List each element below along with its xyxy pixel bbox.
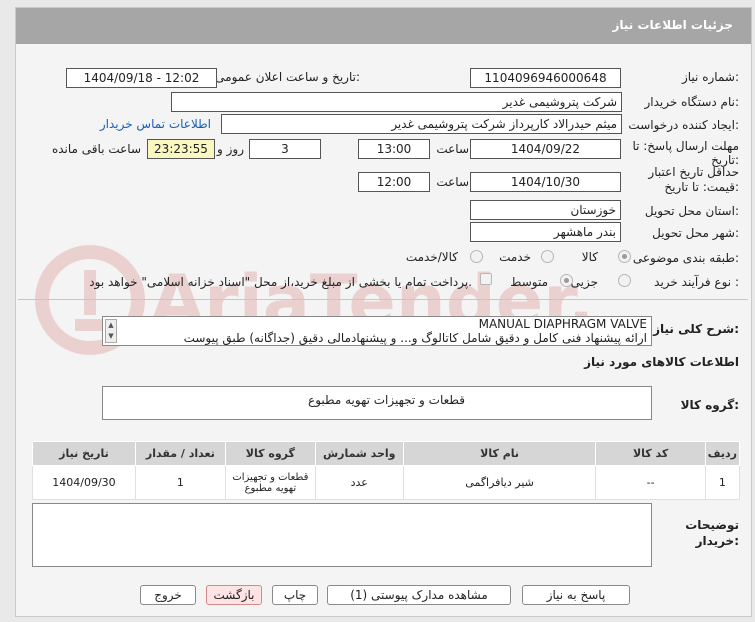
announce-label: تاریخ و ساعت اعلان عمومی: bbox=[215, 70, 360, 84]
cell-group: قطعات و تجهیزات تهویه مطبوع bbox=[224, 465, 316, 500]
col-header-date: تاریخ نیاز bbox=[32, 441, 136, 466]
purchase-type-label: نوع فرآیند خرید : bbox=[654, 275, 739, 289]
title-bar: جزئیات اطلاعات نیاز bbox=[16, 8, 751, 44]
province-label: استان محل تحویل: bbox=[644, 204, 739, 218]
creator-label: ایجاد کننده درخواست: bbox=[628, 118, 739, 132]
deadline-date-field: 1404/09/22 bbox=[470, 139, 621, 159]
deadline-time-field: 13:00 bbox=[358, 139, 430, 159]
creator-field: میثم حیدرالاد کارپرداز شرکت پتروشیمی غدی… bbox=[221, 114, 622, 134]
treasury-checkbox[interactable] bbox=[480, 273, 492, 285]
goods-section-title: اطلاعات کالاهای مورد نیاز bbox=[584, 355, 739, 369]
purchase-medium-radio[interactable] bbox=[560, 274, 573, 287]
purchase-small-radio[interactable] bbox=[618, 274, 631, 287]
validity-time-field: 12:00 bbox=[358, 172, 430, 192]
table-row: 1 -- شیر دیافراگمی عدد قطعات و تجهیزات ت… bbox=[32, 465, 741, 500]
print-button[interactable]: چاپ bbox=[272, 585, 318, 605]
contact-buyer-link[interactable]: اطلاعات تماس خریدار bbox=[100, 117, 211, 131]
remaining-time-field: 23:23:55 bbox=[147, 139, 215, 159]
remaining-time-label: ساعت باقی مانده bbox=[51, 142, 141, 156]
treasury-note: پرداخت تمام یا بخشی از مبلغ خرید،از محل … bbox=[89, 275, 472, 289]
page-title: جزئیات اطلاعات نیاز bbox=[612, 18, 733, 32]
goods-group-label: گروه کالا: bbox=[680, 398, 739, 412]
notes-label-2: خریدار: bbox=[695, 534, 739, 548]
description-textarea[interactable]: ▲ ▼ MANUAL DIAPHRAGM VALVE ارائه پیشنهاد… bbox=[102, 316, 652, 346]
category-both-radio[interactable] bbox=[470, 250, 483, 263]
col-header-group: گروه کالا bbox=[224, 441, 316, 466]
cell-name: شیر دیافراگمی bbox=[402, 465, 597, 500]
scroll-up-icon: ▲ bbox=[108, 321, 114, 329]
scroll-down-icon: ▼ bbox=[108, 332, 114, 340]
col-header-row: ردیف bbox=[704, 441, 741, 466]
cell-row: 1 bbox=[704, 465, 741, 500]
province-field: خوزستان bbox=[470, 200, 621, 220]
description-line-1: MANUAL DIAPHRAGM VALVE bbox=[478, 317, 647, 331]
purchase-medium-label: متوسط bbox=[510, 275, 548, 289]
attachments-button[interactable]: مشاهده مدارک پیوستی (1) bbox=[327, 585, 511, 605]
days-label: روز و bbox=[217, 142, 244, 156]
notes-field bbox=[32, 503, 652, 567]
col-header-code: کد کالا bbox=[595, 441, 706, 466]
city-field: بندر ماهشهر bbox=[470, 222, 621, 242]
validity-label: حداقل تاریخ اعتبار bbox=[648, 165, 739, 179]
validity-label-date: قیمت: تا تاریخ: bbox=[664, 180, 739, 194]
reply-button[interactable]: پاسخ به نیاز bbox=[522, 585, 630, 605]
notes-label: توضیحات bbox=[685, 518, 739, 532]
col-header-unit: واحد شمارش bbox=[314, 441, 404, 466]
goods-group-value: قطعات و تجهیزات تهویه مطبوع bbox=[308, 393, 465, 407]
city-label: شهر محل تحویل: bbox=[652, 226, 739, 240]
category-service-label: خدمت bbox=[499, 250, 531, 264]
description-label: شرح کلی نیاز: bbox=[653, 322, 739, 336]
category-goods-label: کالا bbox=[581, 250, 598, 264]
description-line-2: ارائه پیشنهاد فنی کامل و دقیق شامل کاتال… bbox=[183, 331, 647, 345]
category-goods-radio[interactable] bbox=[618, 250, 631, 263]
cell-unit: عدد bbox=[314, 465, 404, 500]
section-divider bbox=[18, 299, 748, 300]
days-field: 3 bbox=[249, 139, 321, 159]
announce-field: 1404/09/18 - 12:02 bbox=[66, 68, 217, 88]
deadline-label: مهلت ارسال پاسخ: تا bbox=[632, 139, 739, 153]
cell-qty: 1 bbox=[134, 465, 226, 500]
category-both-label: کالا/خدمت bbox=[405, 250, 458, 264]
back-button[interactable]: بازگشت bbox=[206, 585, 262, 605]
category-service-radio[interactable] bbox=[541, 250, 554, 263]
textarea-scroll[interactable]: ▲ ▼ bbox=[105, 319, 117, 343]
cell-date: 1404/09/30 bbox=[32, 465, 136, 500]
buyer-org-field: شرکت پتروشیمی غدیر bbox=[171, 92, 622, 112]
col-header-name: نام کالا bbox=[402, 441, 597, 466]
purchase-small-label: جزیی bbox=[570, 275, 598, 289]
cell-code: -- bbox=[595, 465, 706, 500]
table-header-row: ردیف کد کالا نام کالا واحد شمارش گروه کا… bbox=[32, 441, 741, 466]
category-label: طبقه بندی موضوعی: bbox=[632, 251, 739, 265]
col-header-qty: تعداد / مقدار bbox=[134, 441, 226, 466]
deadline-time-label: ساعت bbox=[436, 142, 469, 156]
buyer-org-label: نام دستگاه خریدار: bbox=[644, 95, 740, 109]
exit-button[interactable]: خروج bbox=[140, 585, 196, 605]
items-table: ردیف کد کالا نام کالا واحد شمارش گروه کا… bbox=[32, 441, 741, 500]
validity-date-field: 1404/10/30 bbox=[470, 172, 621, 192]
goods-group-field: قطعات و تجهیزات تهویه مطبوع bbox=[102, 386, 652, 420]
need-number-field: 1104096946000648 bbox=[470, 68, 621, 88]
need-number-label: شماره نیاز: bbox=[681, 70, 739, 84]
validity-time-label: ساعت bbox=[436, 175, 469, 189]
